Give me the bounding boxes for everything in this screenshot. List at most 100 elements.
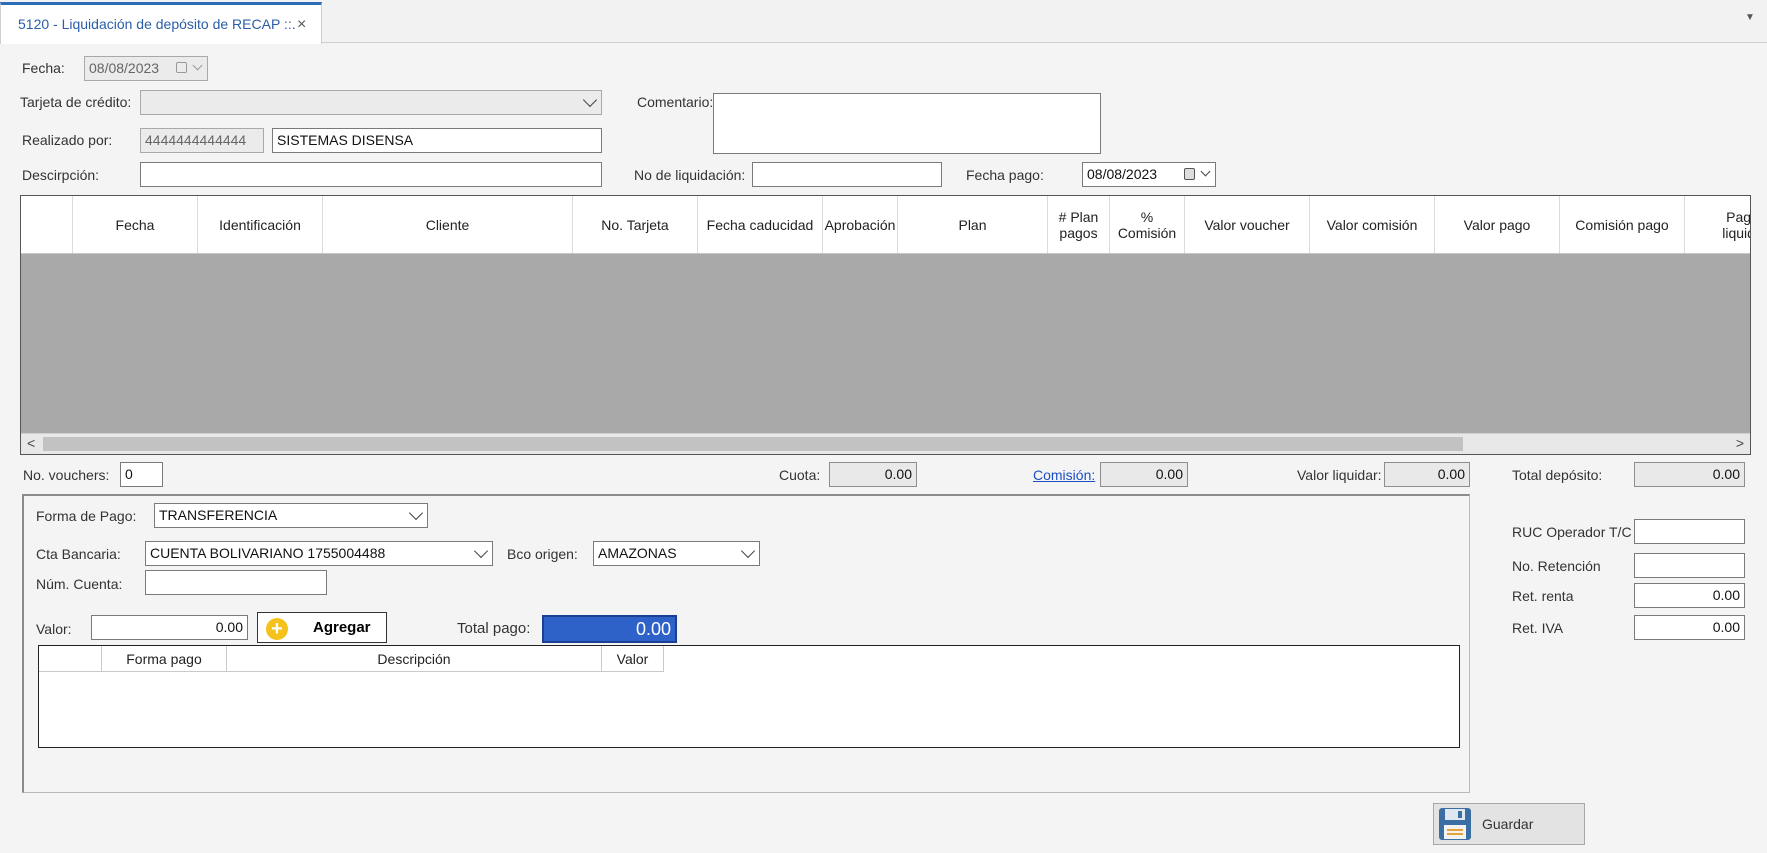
cta-bancaria-label: Cta Bancaria: (36, 546, 121, 562)
grid-row-selector-header (21, 196, 73, 253)
cuota-field: 0.00 (829, 462, 917, 487)
realizado-id-value: 4444444444444 (145, 132, 247, 148)
tab-liquidacion[interactable]: 5120 - Liquidación de depósito de RECAP … (0, 2, 322, 44)
scroll-right-icon[interactable]: > (1736, 435, 1744, 451)
grid-col-fecha-caducidad[interactable]: Fecha caducidad (698, 196, 823, 253)
calendar-icon (1184, 168, 1195, 180)
vouchers-label: No. vouchers: (23, 467, 110, 483)
chevron-down-icon (1200, 166, 1211, 177)
num-cuenta-field[interactable] (145, 570, 327, 595)
comentario-label: Comentario: (637, 94, 714, 110)
chevron-down-icon (582, 92, 598, 108)
comision-link[interactable]: Comisión: (1033, 466, 1095, 484)
fecha-field[interactable]: 08/08/2023 (84, 56, 208, 81)
grid-col-plan-pagos[interactable]: # Plan pagos (1048, 196, 1110, 253)
chevron-down-icon (473, 543, 489, 559)
valor-value: 0.00 (215, 619, 243, 635)
liquidacion-label: No de liquidación: (634, 167, 746, 183)
realizado-label: Realizado por: (22, 132, 113, 148)
forma-pago-value: TRANSFERENCIA (159, 507, 278, 523)
agregar-label: Agregar (313, 619, 371, 636)
vouchers-field: 0 (120, 462, 163, 487)
chevron-down-icon (192, 60, 203, 71)
vouchers-grid[interactable]: Fecha Identificación Cliente No. Tarjeta… (20, 195, 1751, 455)
calendar-icon (176, 62, 187, 73)
plus-icon: + (266, 618, 288, 640)
grid-header: Fecha Identificación Cliente No. Tarjeta… (21, 196, 1750, 254)
comision-value: 0.00 (1155, 466, 1183, 482)
grid-col-comision-pct[interactable]: % Comisión (1110, 196, 1185, 253)
ret-renta-label: Ret. renta (1512, 588, 1574, 604)
valor-liquidar-label: Valor liquidar: (1297, 467, 1382, 483)
tab-bar: 5120 - Liquidación de depósito de RECAP … (0, 0, 1767, 44)
descripcion-field[interactable] (140, 162, 602, 187)
ret-renta-value: 0.00 (1712, 587, 1740, 603)
ruc-operador-field[interactable] (1634, 519, 1745, 544)
ret-iva-field[interactable]: 0.00 (1634, 615, 1745, 640)
payments-col-descripcion[interactable]: Descripción (227, 646, 602, 672)
realizado-name-value: SISTEMAS DISENSA (277, 132, 414, 148)
realizado-id-field[interactable]: 4444444444444 (140, 128, 264, 153)
guardar-label: Guardar (1482, 816, 1534, 832)
descripcion-label: Descirpción: (22, 167, 100, 183)
payments-row-selector-header (39, 646, 102, 672)
num-cuenta-label: Núm. Cuenta: (36, 576, 123, 592)
payment-panel (22, 494, 1470, 793)
valor-field[interactable]: 0.00 (91, 615, 248, 640)
tarjeta-select[interactable] (140, 90, 602, 115)
floppy-disk-icon (1439, 808, 1471, 840)
forma-pago-label: Forma de Pago: (36, 508, 137, 524)
grid-col-valor-comision[interactable]: Valor comisión (1310, 196, 1435, 253)
grid-col-valor-voucher[interactable]: Valor voucher (1185, 196, 1310, 253)
scrollbar-thumb[interactable] (43, 437, 1463, 451)
total-deposito-field: 0.00 (1634, 462, 1745, 487)
fecha-pago-label: Fecha pago: (966, 167, 1044, 183)
agregar-button[interactable]: + Agregar (257, 612, 387, 643)
no-retencion-field[interactable] (1634, 553, 1745, 578)
close-icon[interactable]: × (297, 16, 306, 34)
tarjeta-label: Tarjeta de crédito: (20, 94, 132, 110)
payments-grid[interactable]: Forma pago Descripción Valor (38, 645, 1460, 748)
grid-col-valor-pago[interactable]: Valor pago (1435, 196, 1560, 253)
chevron-down-icon (740, 543, 756, 559)
grid-col-aprobacion[interactable]: Aprobación (823, 196, 898, 253)
payments-col-forma-pago[interactable]: Forma pago (102, 646, 227, 672)
fecha-value: 08/08/2023 (89, 60, 160, 76)
grid-col-comision-pago[interactable]: Comisión pago (1560, 196, 1685, 253)
liquidacion-field[interactable] (752, 162, 942, 187)
comentario-field[interactable] (713, 93, 1101, 154)
fecha-pago-field[interactable]: 08/08/2023 (1082, 162, 1216, 187)
ret-iva-label: Ret. IVA (1512, 620, 1564, 636)
vouchers-value: 0 (125, 466, 133, 482)
total-deposito-value: 0.00 (1712, 466, 1740, 482)
ret-iva-value: 0.00 (1712, 619, 1740, 635)
grid-col-fecha[interactable]: Fecha (73, 196, 198, 253)
grid-col-pago-liquida[interactable]: Pago liquida (1685, 196, 1750, 253)
total-pago-label: Total pago: (457, 620, 531, 637)
scroll-left-icon[interactable]: < (27, 435, 35, 451)
cta-bancaria-select[interactable]: CUENTA BOLIVARIANO 1755004488 (145, 541, 493, 566)
cuota-value: 0.00 (884, 466, 912, 482)
grid-col-plan[interactable]: Plan (898, 196, 1048, 253)
ret-renta-field[interactable]: 0.00 (1634, 583, 1745, 608)
chevron-down-icon[interactable]: ▼ (1745, 12, 1755, 23)
total-pago-value: 0.00 (635, 619, 671, 639)
valor-liquidar-field: 0.00 (1384, 462, 1470, 487)
fecha-label: Fecha: (22, 60, 65, 76)
total-deposito-label: Total depósito: (1512, 467, 1603, 483)
comision-field: 0.00 (1100, 462, 1188, 487)
guardar-button[interactable]: Guardar (1433, 803, 1585, 845)
chevron-down-icon (408, 505, 424, 521)
realizado-name-field[interactable]: SISTEMAS DISENSA (272, 128, 602, 153)
grid-col-no-tarjeta[interactable]: No. Tarjeta (573, 196, 698, 253)
valor-label: Valor: (36, 621, 72, 637)
total-pago-field: 0.00 (542, 615, 677, 643)
payments-col-valor[interactable]: Valor (602, 646, 664, 672)
ruc-operador-label: RUC Operador T/C (1512, 524, 1632, 540)
bco-origen-select[interactable]: AMAZONAS (593, 541, 760, 566)
no-retencion-label: No. Retención (1512, 558, 1601, 574)
grid-col-cliente[interactable]: Cliente (323, 196, 573, 253)
grid-col-identificacion[interactable]: Identificación (198, 196, 323, 253)
horizontal-scrollbar[interactable]: < > (21, 433, 1750, 454)
forma-pago-select[interactable]: TRANSFERENCIA (154, 503, 428, 528)
